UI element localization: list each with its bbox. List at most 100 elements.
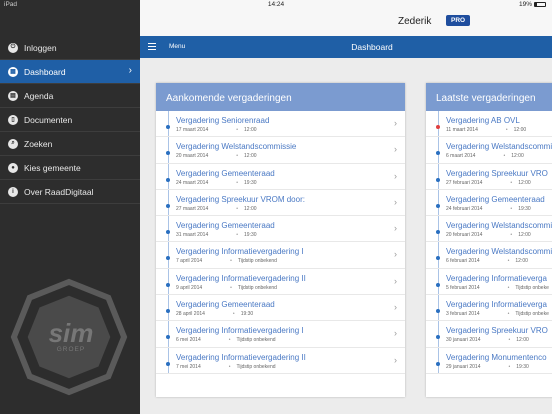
meeting-name: Vergadering Gemeenteraad bbox=[446, 194, 545, 204]
sidebar-item-agenda[interactable]: ▤ Agenda bbox=[0, 84, 140, 108]
meeting-time: 19:30 bbox=[240, 311, 254, 318]
sidebar-menu: ⏻ Inloggen ▦ Dashboard › ▤ Agenda ▯ Docu… bbox=[0, 36, 140, 204]
timeline-dot bbox=[166, 151, 170, 156]
meeting-time: 19:30 bbox=[244, 232, 257, 239]
sidebar-item-kies-gemeente[interactable]: ● Kies gemeente bbox=[0, 156, 140, 180]
clock-icon: • bbox=[510, 232, 513, 239]
meeting-meta: 11 maart 2014 • 12:00 bbox=[446, 127, 552, 133]
clock-icon: • bbox=[236, 179, 239, 186]
meeting-list-item[interactable]: Vergadering Informatievergadering II 7 me… bbox=[156, 348, 405, 374]
meeting-date: 3 februari 2014 bbox=[446, 311, 480, 318]
meeting-date: 11 maart 2014 bbox=[446, 127, 478, 133]
pro-badge: PRO bbox=[446, 15, 471, 26]
sidebar-item-over-raaddigitaal[interactable]: i Over RaadDigitaal bbox=[0, 180, 140, 204]
meeting-list-item[interactable]: Vergadering Gemeenteraad 31 maart 2014 • 19… bbox=[156, 216, 405, 243]
main-area: Zederik PRO Menu Dashboard Aankomende ve… bbox=[140, 0, 552, 414]
meeting-meta: 24 februari 2014 • 19:30 bbox=[446, 206, 552, 212]
meeting-meta: 28 april 2014 • 19:30 bbox=[176, 311, 405, 317]
timeline-dot bbox=[166, 230, 170, 235]
meeting-time: 12:00 bbox=[513, 127, 527, 133]
location-pin-icon: ● bbox=[8, 162, 18, 173]
sidebar-item-label: Kies gemeente bbox=[24, 162, 81, 173]
meeting-meta: 27 maart 2014 • 12:00 bbox=[176, 206, 405, 212]
clock-icon: • bbox=[236, 205, 239, 212]
meeting-meta: 20 maart 2014 • 12:00 bbox=[176, 153, 405, 159]
clock-icon: • bbox=[510, 179, 513, 186]
meeting-date: 6 mei 2014 bbox=[176, 337, 201, 344]
power-icon: ⏻ bbox=[8, 42, 18, 53]
battery-indicator: 19% bbox=[519, 1, 546, 8]
meeting-list-item[interactable]: Vergadering Informatieverga 5 februari 20… bbox=[426, 269, 552, 296]
meeting-list-item[interactable]: Vergadering AB OVL11 maart 2014•12:00› bbox=[426, 111, 552, 138]
meeting-name: Vergadering Welstandscommi bbox=[446, 247, 552, 257]
sidebar-item-label: Dashboard bbox=[24, 66, 66, 77]
timeline-dot bbox=[436, 282, 440, 287]
meeting-list-item[interactable]: Vergadering Informatievergadering I7 apr… bbox=[156, 242, 405, 269]
meeting-meta: 29 januari 2014 • 19:30 bbox=[446, 364, 552, 370]
meeting-meta: 20 februari 2014 • 12:00 bbox=[446, 232, 552, 238]
meeting-list-item[interactable]: Vergadering Spreekuur VRO 27 februari 201… bbox=[426, 164, 552, 190]
chevron-right-icon: › bbox=[128, 65, 132, 76]
timeline-dot bbox=[166, 203, 170, 208]
chevron-right-icon: › bbox=[394, 328, 397, 339]
timeline-dot bbox=[166, 309, 170, 314]
meeting-time: Tijdstip onbeke bbox=[515, 311, 549, 318]
meeting-name: Vergadering Spreekuur VRO bbox=[446, 168, 548, 178]
meeting-meta: 5 februari 2014 • Tijdstip onbeke bbox=[446, 285, 552, 291]
meeting-meta: 6 februari 2014 • 12:00 bbox=[446, 258, 552, 264]
meeting-list-item[interactable]: Vergadering Gemeenteraad 24 februari 2014… bbox=[426, 190, 552, 217]
meeting-meta: 30 januari 2014 • 12:00 bbox=[446, 337, 552, 343]
clock-icon: • bbox=[508, 337, 511, 344]
meeting-date: 9 april 2014 bbox=[176, 284, 203, 291]
sidebar-item-label: Zoeken bbox=[24, 138, 53, 149]
meeting-list-item[interactable]: Vergadering Welstandscommi 6 februari 201… bbox=[426, 242, 552, 269]
meeting-name: Vergadering Gemeenteraad bbox=[176, 221, 275, 231]
search-icon: ⌕ bbox=[8, 138, 18, 149]
meeting-date: 20 maart 2014 bbox=[176, 153, 209, 160]
chevron-right-icon: › bbox=[394, 118, 397, 128]
chevron-right-icon: › bbox=[394, 275, 397, 286]
meeting-list-item[interactable]: Vergadering Welstandscommi 20 februari 20… bbox=[426, 216, 552, 243]
sidebar-item-inloggen[interactable]: ⏻ Inloggen bbox=[0, 36, 140, 60]
sidebar-item-documenten[interactable]: ▯ Documenten bbox=[0, 108, 140, 132]
meeting-list-item[interactable]: Vergadering Monumentenco 29 januari 2014 •… bbox=[426, 348, 552, 374]
timeline-dot bbox=[166, 256, 170, 261]
meeting-time: 12:00 bbox=[244, 127, 257, 133]
meeting-name: Vergadering Welstandscommi bbox=[446, 142, 552, 152]
battery-percent: 19% bbox=[518, 1, 532, 8]
meeting-date: 27 februari 2014 bbox=[446, 179, 483, 186]
info-icon: i bbox=[8, 186, 18, 197]
meeting-list-item[interactable]: Vergadering Welstandscommissie 20 maart 2… bbox=[156, 137, 405, 164]
meeting-list-item[interactable]: Vergadering Gemeenteraad 24 maart 2014 • 19… bbox=[156, 164, 405, 190]
meeting-list-item[interactable]: Vergadering Welstandscommi 6 maart 2014 • 1… bbox=[426, 137, 552, 164]
meeting-name: Vergadering Gemeenteraad bbox=[176, 300, 275, 310]
chevron-right-icon: › bbox=[394, 170, 397, 181]
meeting-list-item[interactable]: Vergadering Informatieverga 3 februari 20… bbox=[426, 295, 552, 322]
meeting-list-item[interactable]: Vergadering Spreekuur VROM door: 27 maart… bbox=[156, 190, 405, 217]
meeting-list-item[interactable]: Vergadering Seniorenraad 17 maart 2014 • 12… bbox=[156, 111, 405, 138]
clock-icon: • bbox=[507, 258, 510, 265]
clock-icon: • bbox=[228, 337, 231, 344]
meeting-meta: 6 maart 2014 • 12:00 bbox=[446, 153, 552, 159]
meeting-list-item[interactable]: Vergadering Gemeenteraad 28 april 2014 • 19… bbox=[156, 295, 405, 322]
meeting-date: 7 april 2014 bbox=[176, 258, 203, 265]
document-icon: ▯ bbox=[8, 114, 18, 125]
timeline-dot bbox=[436, 151, 440, 156]
clock-icon: • bbox=[510, 205, 513, 212]
sidebar-item-zoeken[interactable]: ⌕ Zoeken bbox=[0, 132, 140, 156]
meeting-meta: 7 april 2014 • Tijdstip onbekend bbox=[176, 258, 405, 264]
clock-icon: • bbox=[236, 153, 239, 160]
nav-bar: Menu Dashboard bbox=[140, 36, 552, 58]
meeting-list-item[interactable]: Vergadering Spreekuur VRO 30 januari 2014… bbox=[426, 321, 552, 348]
timeline-dot bbox=[166, 361, 170, 366]
sidebar-item-dashboard[interactable]: ▦ Dashboard › bbox=[0, 60, 140, 84]
meeting-name: Vergadering Monumentenco bbox=[446, 352, 547, 362]
meeting-list-item[interactable]: Vergadering Informatievergadering II 9 ap… bbox=[156, 269, 405, 296]
meeting-meta: 31 maart 2014 • 19:30 bbox=[176, 232, 405, 238]
meeting-time: 12:00 bbox=[516, 337, 529, 344]
timeline-dot bbox=[436, 125, 440, 129]
latest-meetings-panel: Laatste vergaderingen Vergadering AB OVL… bbox=[426, 83, 552, 397]
municipality-title: Zederik bbox=[398, 16, 432, 27]
meeting-list-item[interactable]: Vergadering Informatievergadering I6 mei… bbox=[156, 321, 405, 348]
clock-icon: • bbox=[236, 232, 239, 239]
